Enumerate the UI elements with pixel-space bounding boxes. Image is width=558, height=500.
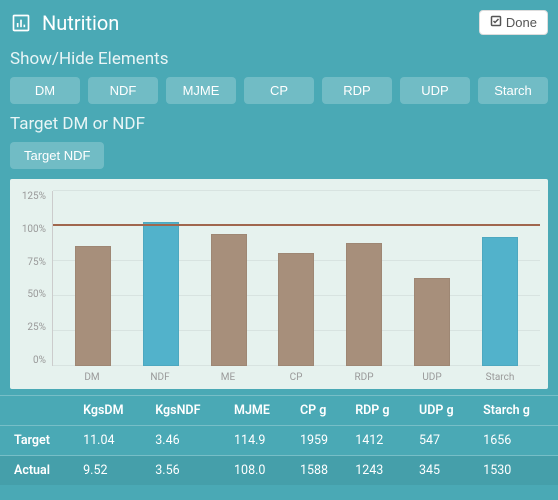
target-toggle-row: Target NDF xyxy=(10,142,548,169)
x-tick: Starch xyxy=(466,372,534,383)
x-tick: UDP xyxy=(398,372,466,383)
panel-header: Nutrition Done xyxy=(10,10,548,35)
bar-dm xyxy=(75,246,111,366)
x-tick: CP xyxy=(262,372,330,383)
table-row: Target11.043.46114.9195914125471656 xyxy=(0,426,558,456)
y-tick: 50% xyxy=(18,289,46,300)
cell: 1588 xyxy=(294,456,349,486)
chart-plot xyxy=(52,191,540,366)
bar-me xyxy=(211,234,247,366)
showhide-label: Show/Hide Elements xyxy=(10,49,548,69)
x-tick: ME xyxy=(194,372,262,383)
cell: 547 xyxy=(413,426,477,456)
cell: 11.04 xyxy=(77,426,149,456)
check-icon xyxy=(490,15,502,30)
target-ndf-button[interactable]: Target NDF xyxy=(10,142,104,169)
cell: 1656 xyxy=(477,426,558,456)
col-header: MJME xyxy=(228,396,294,426)
y-tick: 125% xyxy=(18,191,46,202)
y-tick: 0% xyxy=(18,355,46,366)
done-button[interactable]: Done xyxy=(479,10,548,35)
toggle-udp-button[interactable]: UDP xyxy=(400,77,470,104)
col-header: RDP g xyxy=(349,396,413,426)
bar-rdp xyxy=(346,243,382,366)
y-tick: 25% xyxy=(18,322,46,333)
col-header xyxy=(0,396,77,426)
table-header-row: KgsDMKgsNDFMJMECP gRDP gUDP gStarch g xyxy=(0,396,558,426)
bar-ndf xyxy=(143,222,179,366)
chart-y-axis: 125% 100% 75% 50% 25% 0% xyxy=(18,191,52,366)
cell: 1530 xyxy=(477,456,558,486)
cell: 1412 xyxy=(349,426,413,456)
done-label: Done xyxy=(506,15,537,30)
bar-udp xyxy=(414,278,450,366)
table-body: Target11.043.46114.9195914125471656Actua… xyxy=(0,426,558,486)
toggle-cp-button[interactable]: CP xyxy=(244,77,314,104)
col-header: KgsDM xyxy=(77,396,149,426)
col-header: KgsNDF xyxy=(149,396,228,426)
toggle-rdp-button[interactable]: RDP xyxy=(322,77,392,104)
col-header: Starch g xyxy=(477,396,558,426)
bar-cp xyxy=(278,253,314,366)
target-line xyxy=(53,224,540,226)
x-tick: NDF xyxy=(126,372,194,383)
table-row: Actual9.523.56108.0158812433451530 xyxy=(0,456,558,486)
row-label: Target xyxy=(0,426,77,456)
bar-starch xyxy=(482,237,518,366)
cell: 3.56 xyxy=(149,456,228,486)
cell: 9.52 xyxy=(77,456,149,486)
cell: 1959 xyxy=(294,426,349,456)
toggle-mjme-button[interactable]: MJME xyxy=(166,77,236,104)
toggle-ndf-button[interactable]: NDF xyxy=(88,77,158,104)
target-toggle-label: Target DM or NDF xyxy=(10,114,548,134)
cell: 114.9 xyxy=(228,426,294,456)
nutrition-panel: Nutrition Done Show/Hide Elements DMNDFM… xyxy=(0,0,558,500)
x-tick: RDP xyxy=(330,372,398,383)
chart-x-axis: DMNDFMECPRDPUDPStarch xyxy=(18,366,540,383)
toggle-dm-button[interactable]: DM xyxy=(10,77,80,104)
x-tick: DM xyxy=(58,372,126,383)
chart-card: 125% 100% 75% 50% 25% 0% DMNDFMECPRDPUDPStarc… xyxy=(10,179,548,389)
bar-chart-icon xyxy=(10,12,32,34)
page-title: Nutrition xyxy=(42,11,119,35)
row-label: Actual xyxy=(0,456,77,486)
cell: 108.0 xyxy=(228,456,294,486)
col-header: CP g xyxy=(294,396,349,426)
toggle-starch-button[interactable]: Starch xyxy=(478,77,548,104)
cell: 3.46 xyxy=(149,426,228,456)
nutrition-table: KgsDMKgsNDFMJMECP gRDP gUDP gStarch g Ta… xyxy=(0,395,558,485)
showhide-row: DM NDF MJME CP RDP UDP Starch xyxy=(10,77,548,104)
cell: 1243 xyxy=(349,456,413,486)
y-tick: 75% xyxy=(18,257,46,268)
y-tick: 100% xyxy=(18,224,46,235)
cell: 345 xyxy=(413,456,477,486)
col-header: UDP g xyxy=(413,396,477,426)
chart-bars xyxy=(53,191,540,366)
